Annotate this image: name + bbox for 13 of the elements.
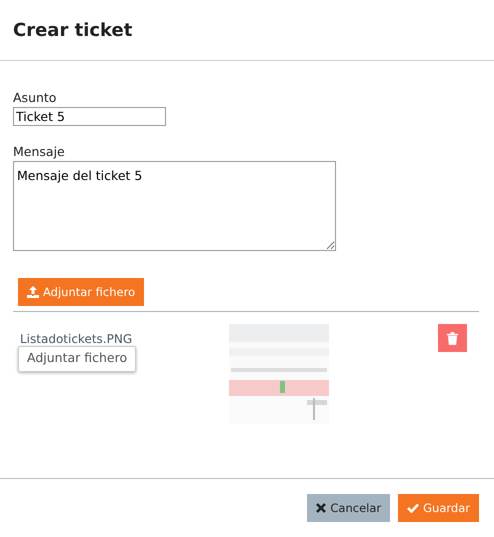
delete-button[interactable] (438, 324, 467, 352)
upload-icon (27, 286, 39, 298)
close-icon (316, 503, 326, 513)
cancel-button[interactable]: Cancelar (307, 494, 390, 522)
field-label: Mensaje (13, 144, 65, 159)
check-icon (407, 503, 420, 513)
subject-field[interactable]: Ticket 5 (13, 107, 166, 126)
message-field[interactable]: Mensaje del ticket 5 (13, 161, 336, 251)
file-name: Listadotickets.PNG (20, 332, 132, 346)
trash-icon (447, 332, 458, 344)
tooltip: Adjuntar fichero (18, 346, 136, 372)
field-label: Asunto (13, 90, 56, 105)
dialog-title: Crear ticket (13, 20, 132, 40)
